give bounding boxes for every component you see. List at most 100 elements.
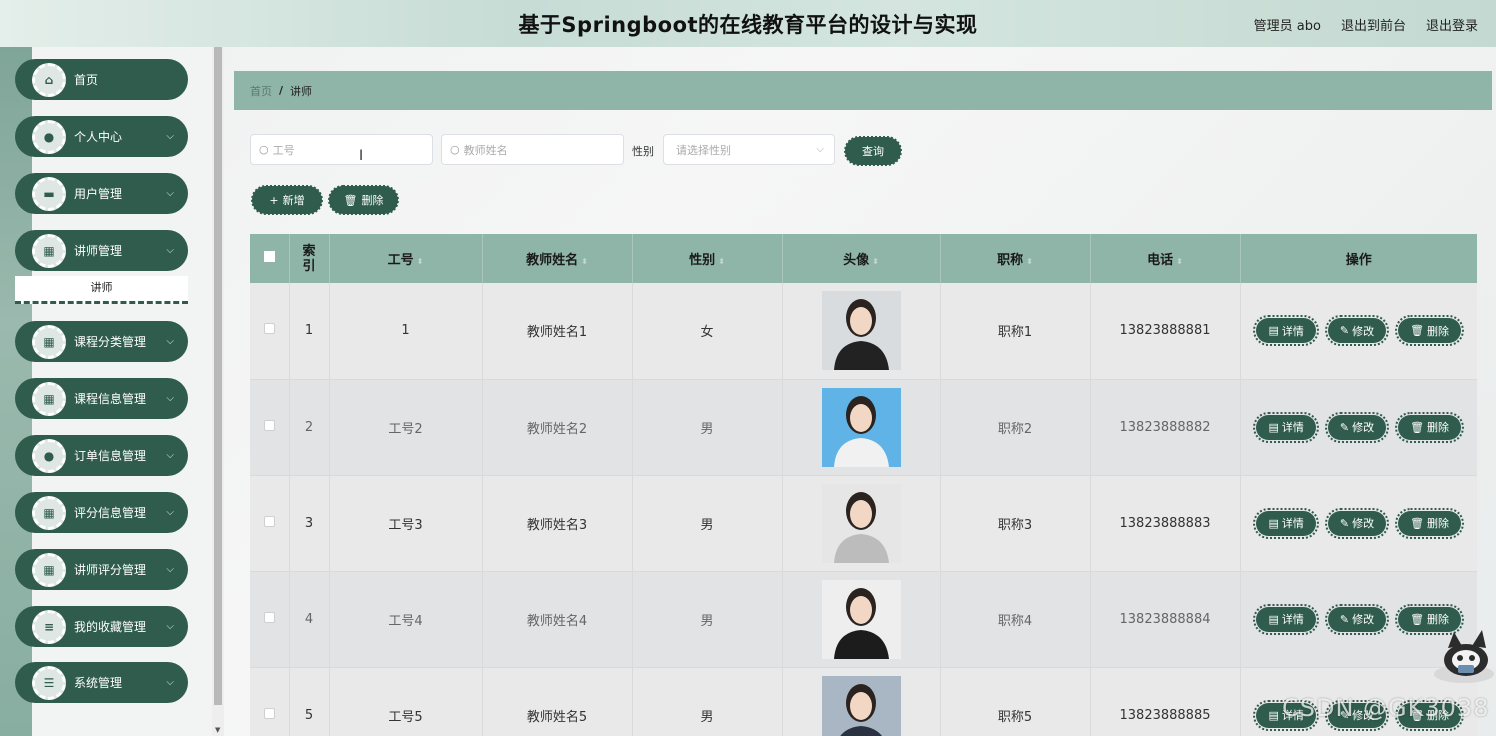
logout-link[interactable]: 退出登录 <box>1426 15 1478 34</box>
mascot-cat-icon <box>1434 630 1494 683</box>
avatar-cell <box>782 475 941 571</box>
chevron-down-icon: ⌵ <box>166 245 174 256</box>
row-actions: ▤ 详情 ✎ 修改 🗑 删除 <box>1241 315 1478 347</box>
bulk-delete-button[interactable]: 🗑 删除 <box>328 185 399 215</box>
grid-icon: ▦ <box>32 381 66 416</box>
gender-filter-label: 性别 <box>632 145 654 158</box>
gender-cell: 男 <box>632 667 783 736</box>
sidebar-item-4[interactable]: ▦ 课程分类管理 ⌵ <box>15 321 188 362</box>
detail-button[interactable]: ▤ 详情 <box>1253 315 1319 347</box>
delete-button[interactable]: 🗑 删除 <box>1395 315 1465 347</box>
sidebar-item-label: 订单信息管理 <box>74 449 147 463</box>
delete-button[interactable]: 🗑 删除 <box>1395 507 1465 539</box>
column-header-phone[interactable]: 电话 ⬍ <box>1090 234 1241 283</box>
bulk-delete-label: 删除 <box>361 194 384 207</box>
row-checkbox[interactable] <box>263 323 275 335</box>
sidebar-scrollbar[interactable]: ▼ <box>212 47 224 736</box>
select-all-cell[interactable] <box>250 234 290 283</box>
row-checkbox[interactable] <box>263 611 275 623</box>
teacher-id: 工号3 <box>388 517 423 533</box>
teacher-table: 索引 工号 ⬍ 教师姓名 ⬍ 性别 ⬍ 头像 ⬍ 职称 ⬍ 电话 ⬍ 操作 1 1 教师姓名1 女… <box>250 234 1477 736</box>
back-to-front-link[interactable]: 退出到前台 <box>1341 15 1406 34</box>
sort-icon[interactable]: ⬍ <box>1026 257 1033 266</box>
title-cell: 职称3 <box>940 475 1091 571</box>
sidebar-item-2[interactable]: ▬ 用户管理 ⌵ <box>15 173 188 214</box>
edit-button[interactable]: ✎ 修改 <box>1324 507 1390 539</box>
sidebar-item-10[interactable]: ☰ 系统管理 ⌵ <box>15 662 188 703</box>
apps-icon: ▦ <box>32 495 66 530</box>
teacher-phone: 13823888882 <box>1119 419 1211 435</box>
query-button[interactable]: 查询 <box>844 136 902 166</box>
scroll-down-arrow-icon[interactable]: ▼ <box>215 726 220 734</box>
edit-button[interactable]: ✎ 修改 <box>1324 315 1390 347</box>
column-header-avatar[interactable]: 头像 ⬍ <box>782 234 941 283</box>
row-checkbox[interactable] <box>263 707 275 719</box>
detail-button[interactable]: ▤ 详情 <box>1253 507 1319 539</box>
teacher-avatar <box>821 579 901 659</box>
teacher-name-search-input[interactable]: ○ 教师姓名 <box>441 134 624 165</box>
select-all-checkbox[interactable] <box>263 251 275 262</box>
gender-cell: 男 <box>632 571 783 667</box>
sidebar-item-9[interactable]: ≡ 我的收藏管理 ⌵ <box>15 606 188 647</box>
sidebar-item-3[interactable]: ▦ 讲师管理 ⌵ <box>15 230 188 271</box>
teacher-gender: 女 <box>700 325 714 341</box>
column-header-id[interactable]: 工号 ⬍ <box>329 234 483 283</box>
sort-icon[interactable]: ⬍ <box>718 257 725 266</box>
teacher-title: 职称2 <box>997 421 1033 437</box>
teacher-id-search-input[interactable]: ○ 工号 <box>250 134 433 165</box>
sidebar-item-8[interactable]: ▦ 讲师评分管理 ⌵ <box>15 549 188 590</box>
edit-button[interactable]: ✎ 修改 <box>1324 411 1390 443</box>
edit-button[interactable]: ✎ 修改 <box>1324 603 1390 635</box>
pencil-icon: ✎ <box>1339 516 1350 530</box>
chevron-down-icon: ⌵ <box>166 450 174 461</box>
column-header-name[interactable]: 教师姓名 ⬍ <box>482 234 633 283</box>
name-cell: 教师姓名1 <box>482 283 633 379</box>
sidebar-item-label: 课程分类管理 <box>74 335 147 349</box>
user-icon: ● <box>32 119 66 154</box>
add-button[interactable]: + 新增 <box>251 185 323 215</box>
sort-icon[interactable]: ⬍ <box>872 257 879 266</box>
row-index: 5 <box>304 707 314 723</box>
teacher-gender: 男 <box>700 517 714 533</box>
teacher-name: 教师姓名2 <box>526 421 588 437</box>
chevron-down-icon: ⌵ <box>166 336 174 347</box>
avatar-cell <box>782 379 941 475</box>
home-icon: ⌂ <box>32 62 66 97</box>
title-cell: 职称4 <box>940 571 1091 667</box>
phone-cell: 13823888881 <box>1090 283 1241 379</box>
search-icon: ○ <box>450 143 460 156</box>
sidebar-item-6[interactable]: ● 订单信息管理 ⌵ <box>15 435 188 476</box>
index-cell: 4 <box>289 571 330 667</box>
row-checkbox[interactable] <box>263 419 275 431</box>
select-cell <box>250 475 290 571</box>
sort-icon[interactable]: ⬍ <box>417 257 424 266</box>
teacher-id: 工号5 <box>388 709 423 725</box>
sidebar-item-7[interactable]: ▦ 评分信息管理 ⌵ <box>15 492 188 533</box>
trash-icon: 🗑 <box>343 193 358 207</box>
column-header-gender[interactable]: 性别 ⬍ <box>632 234 783 283</box>
breadcrumb-home-link[interactable]: 首页 <box>250 83 272 99</box>
trash-icon: 🗑 <box>1410 612 1425 626</box>
gender-select[interactable]: 请选择性别 ⌵ <box>663 134 835 165</box>
column-header-title[interactable]: 职称 ⬍ <box>940 234 1091 283</box>
chevron-down-icon: ⌵ <box>166 621 174 632</box>
sort-icon[interactable]: ⬍ <box>581 257 588 266</box>
sidebar-subitem-teacher[interactable]: 讲师 <box>15 276 188 304</box>
sidebar-item-5[interactable]: ▦ 课程信息管理 ⌵ <box>15 378 188 419</box>
sidebar-item-0[interactable]: ⌂ 首页 <box>15 59 188 100</box>
sidebar-item-1[interactable]: ● 个人中心 ⌵ <box>15 116 188 157</box>
phone-cell: 13823888884 <box>1090 571 1241 667</box>
name-cell: 教师姓名5 <box>482 667 633 736</box>
delete-button[interactable]: 🗑 删除 <box>1395 411 1465 443</box>
id-cell: 工号5 <box>329 667 483 736</box>
detail-button-label: 详情 <box>1281 517 1304 530</box>
chevron-down-icon: ⌵ <box>166 393 174 404</box>
index-cell: 3 <box>289 475 330 571</box>
scrollbar-thumb[interactable] <box>214 47 222 705</box>
sort-icon[interactable]: ⬍ <box>1176 257 1183 266</box>
query-button-label: 查询 <box>862 145 884 158</box>
detail-button[interactable]: ▤ 详情 <box>1253 411 1319 443</box>
row-checkbox[interactable] <box>263 515 275 527</box>
detail-button[interactable]: ▤ 详情 <box>1253 603 1319 635</box>
index-cell: 2 <box>289 379 330 475</box>
